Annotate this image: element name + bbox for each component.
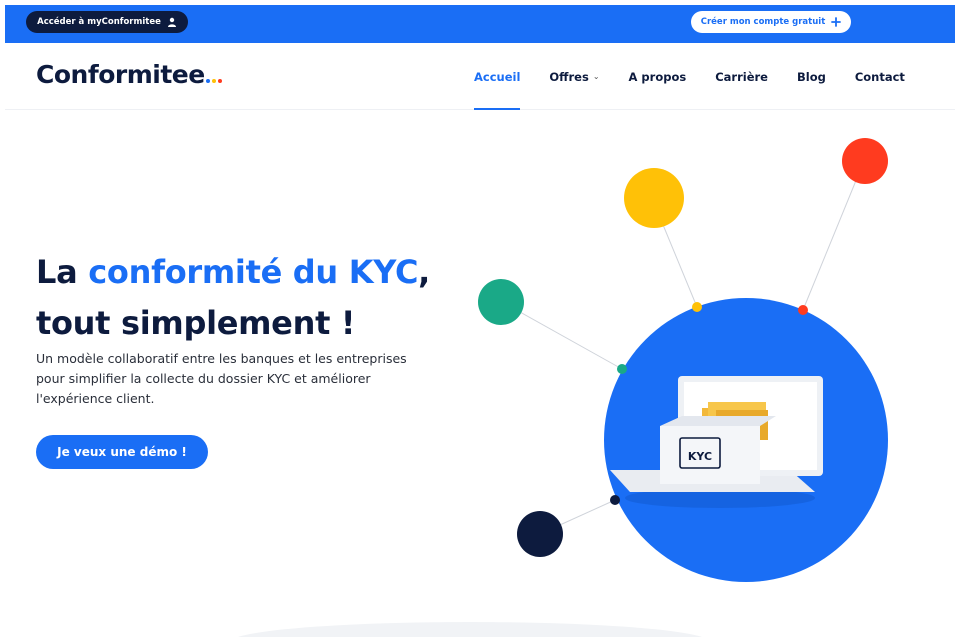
kyc-illustration: KYC xyxy=(478,138,888,582)
main-nav: Accueil Offres ⌄ A propos Carrière Blog … xyxy=(474,43,934,110)
nav-item-label: Offres xyxy=(549,69,589,84)
nav-item-label: Accueil xyxy=(474,69,521,84)
hero-title-line2: tout simplement ! xyxy=(36,304,356,342)
hero-title-part2: , xyxy=(418,253,431,291)
green-junction-dot xyxy=(617,364,627,374)
hero-title-accent: conformité du KYC xyxy=(88,253,419,291)
nav-item-label: Blog xyxy=(796,69,826,84)
plus-icon xyxy=(831,17,842,27)
logo-dot-red xyxy=(217,78,222,83)
logo-dot-yellow xyxy=(211,78,216,83)
nav-item-a-propos[interactable]: A propos xyxy=(629,43,687,110)
red-junction-dot xyxy=(798,305,808,315)
nav-item-label: Carrière xyxy=(715,69,768,84)
yellow-node-circle xyxy=(624,168,684,228)
conformitee-logo[interactable]: Conformitee xyxy=(36,60,222,89)
create-account-button[interactable]: Créer mon compte gratuit xyxy=(691,11,851,33)
hero-title-part1: La xyxy=(36,253,89,291)
yellow-junction-dot xyxy=(692,302,702,312)
user-icon xyxy=(167,17,177,27)
navy-junction-dot xyxy=(610,495,620,505)
green-node-circle xyxy=(478,279,524,325)
hero-description: Un modèle collaboratif entre les banques… xyxy=(36,351,407,406)
logo-dot-blue xyxy=(205,78,210,83)
nav-item-blog[interactable]: Blog xyxy=(797,43,826,110)
hero-title: La conformité du KYC, tout simplement ! xyxy=(36,247,430,349)
demo-button[interactable]: Je veux une démo ! xyxy=(36,435,208,469)
bottom-wave-decoration xyxy=(230,622,710,637)
red-node-circle xyxy=(842,138,888,184)
kyc-badge-text: KYC xyxy=(688,450,712,463)
nav-item-offres[interactable]: Offres ⌄ xyxy=(549,43,599,110)
top-bar: Accéder à myConformitee Créer mon compte… xyxy=(5,5,955,43)
nav-item-label: Contact xyxy=(854,69,905,84)
nav-item-carriere[interactable]: Carrière xyxy=(715,43,768,110)
logo-text: Conformitee xyxy=(36,60,205,89)
nav-item-accueil[interactable]: Accueil xyxy=(474,43,521,110)
chevron-down-icon: ⌄ xyxy=(592,72,600,81)
main-navbar: Conformitee Accueil Offres ⌄ A propos Ca… xyxy=(5,43,955,110)
navy-node-circle xyxy=(517,511,563,557)
create-account-label: Créer mon compte gratuit xyxy=(700,17,826,27)
nav-item-label: A propos xyxy=(628,69,687,84)
my-conformitee-button[interactable]: Accéder à myConformitee xyxy=(26,11,188,33)
logo-dots xyxy=(205,78,222,83)
account-button-label: Accéder à myConformitee xyxy=(37,17,161,27)
nav-item-contact[interactable]: Contact xyxy=(855,43,905,110)
